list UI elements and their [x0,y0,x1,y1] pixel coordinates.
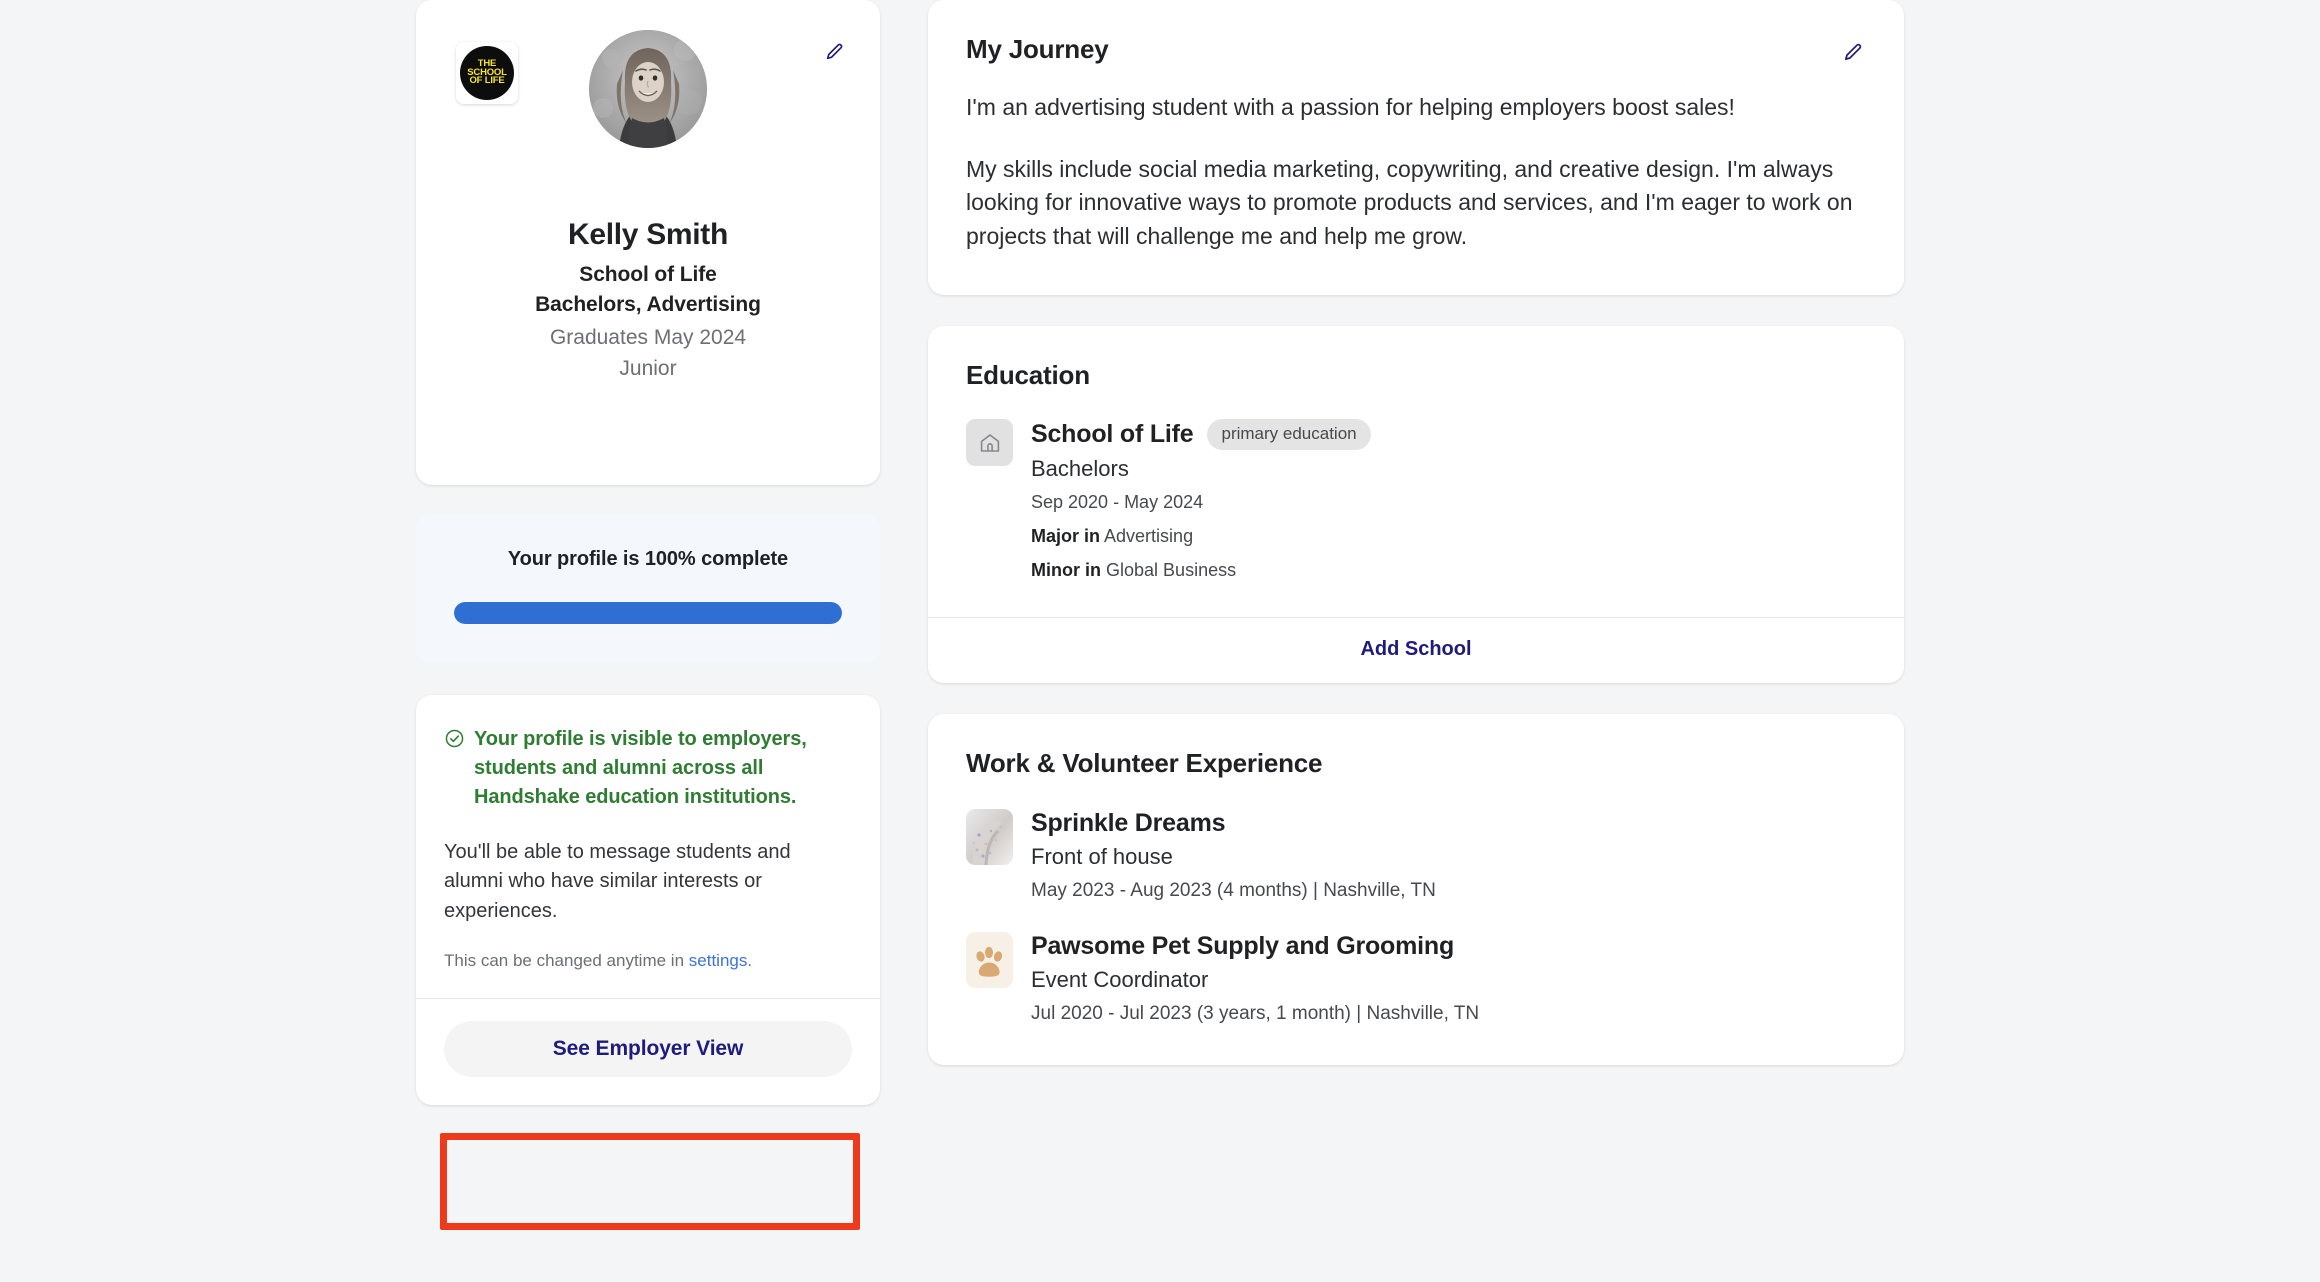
visibility-body: You'll be able to message students and a… [444,840,791,922]
visibility-headline-text: Your profile is visible to employers, st… [474,728,807,809]
school-logo-line-3: OF LIFE [469,75,505,87]
work-experience-row[interactable]: Pawsome Pet Supply and Grooming Event Co… [966,932,1866,1025]
profile-completion-card: Your profile is 100% complete [416,515,880,663]
education-content: Education School of Life primary educati… [928,326,1904,617]
work-experience-row[interactable]: Sprinkle Dreams Front of house May 2023 … [966,809,1866,902]
annotation-highlight-box [440,1133,860,1230]
education-degree: Bachelors [1031,456,1129,482]
work-experience-title: Work & Volunteer Experience [966,748,1323,779]
visibility-note-prefix: This can be changed anytime in [444,951,689,971]
education-row[interactable]: School of Life primary education Bachelo… [966,419,1866,581]
education-details: School of Life primary education Bachelo… [1031,419,1866,581]
journey-paragraph: I'm an advertising student with a passio… [966,94,1735,120]
profile-graduation: Graduates May 2024 [549,326,747,349]
school-logo-mark: THE SCHOOL OF LIFE [460,46,514,100]
avatar [589,30,707,148]
work-company-name: Sprinkle Dreams [1031,809,1226,838]
paw-print-icon [966,932,1013,989]
work-dates: May 2023 - Aug 2023 (4 months) | Nashvil… [1031,880,1436,902]
profile-card: THE SCHOOL OF LIFE Kelly Smith School of… [416,0,880,485]
profile-card-header: THE SCHOOL OF LIFE [440,0,856,216]
edit-profile-button[interactable] [818,34,852,68]
profile-degree: Bachelors, Advertising [535,293,761,316]
profile-class-year: Junior [619,357,677,380]
pencil-icon [824,40,846,62]
check-circle-icon [444,728,465,749]
profile-visibility-card: Your profile is visible to employers, st… [416,695,880,1106]
education-major-label: Major in [1031,526,1101,547]
work-dates: Jul 2020 - Jul 2023 (3 years, 1 month) |… [1031,1003,1480,1025]
employer-view-wrap: See Employer View [444,999,852,1078]
page-title: Kelly Smith [567,218,729,251]
profile-school: School of Life [579,263,717,286]
work-experience-card: Work & Volunteer Experience Sprinkle Dre… [928,714,1904,1066]
left-column: THE SCHOOL OF LIFE Kelly Smith School of… [416,0,880,1106]
status-badge: primary education [1207,419,1371,451]
edit-journey-button[interactable] [1836,34,1870,68]
education-minor-value: Global Business [1106,560,1237,581]
see-employer-view-button[interactable]: See Employer View [444,1021,852,1078]
education-major: Major in Advertising [1031,526,1866,547]
visibility-note: This can be changed anytime in settings. [444,951,852,971]
add-school-link[interactable]: Add School [928,618,1904,683]
work-role: Event Coordinator [1031,967,1209,993]
profile-completion-fill [454,602,842,624]
education-heading-row: School of Life primary education [1031,419,1866,451]
right-column: My Journey I'm an advertising student wi… [928,0,1904,1066]
sprinkle-dreams-photo-logo [966,809,1013,866]
education-title: Education [966,360,1090,391]
my-journey-title: My Journey [966,34,1109,64]
work-company-name: Pawsome Pet Supply and Grooming [1031,932,1455,961]
education-minor: Minor in Global Business [1031,560,1866,581]
profile-completion-label: Your profile is 100% complete [507,548,789,570]
school-logo: THE SCHOOL OF LIFE [456,42,518,104]
work-role: Front of house [1031,844,1173,870]
education-card: Education School of Life primary educati… [928,326,1904,684]
journey-paragraph: My skills include social media marketing… [966,155,1853,249]
work-experience-details: Sprinkle Dreams Front of house May 2023 … [1031,809,1436,902]
school-building-icon [966,419,1013,467]
education-minor-label: Minor in [1031,560,1101,581]
education-dates: Sep 2020 - May 2024 [1031,492,1204,513]
my-journey-card: My Journey I'm an advertising student wi… [928,0,1904,296]
settings-link[interactable]: settings [689,951,748,970]
work-experience-details: Pawsome Pet Supply and Grooming Event Co… [1031,932,1479,1025]
pencil-icon [1842,40,1865,63]
profile-completion-bar [454,602,842,624]
profile-page: THE SCHOOL OF LIFE Kelly Smith School of… [0,0,2320,1282]
education-school-name: School of Life [1031,420,1194,449]
visibility-note-suffix: . [747,951,753,971]
visibility-headline: Your profile is visible to employers, st… [444,725,852,813]
education-major-value: Advertising [1104,526,1194,547]
